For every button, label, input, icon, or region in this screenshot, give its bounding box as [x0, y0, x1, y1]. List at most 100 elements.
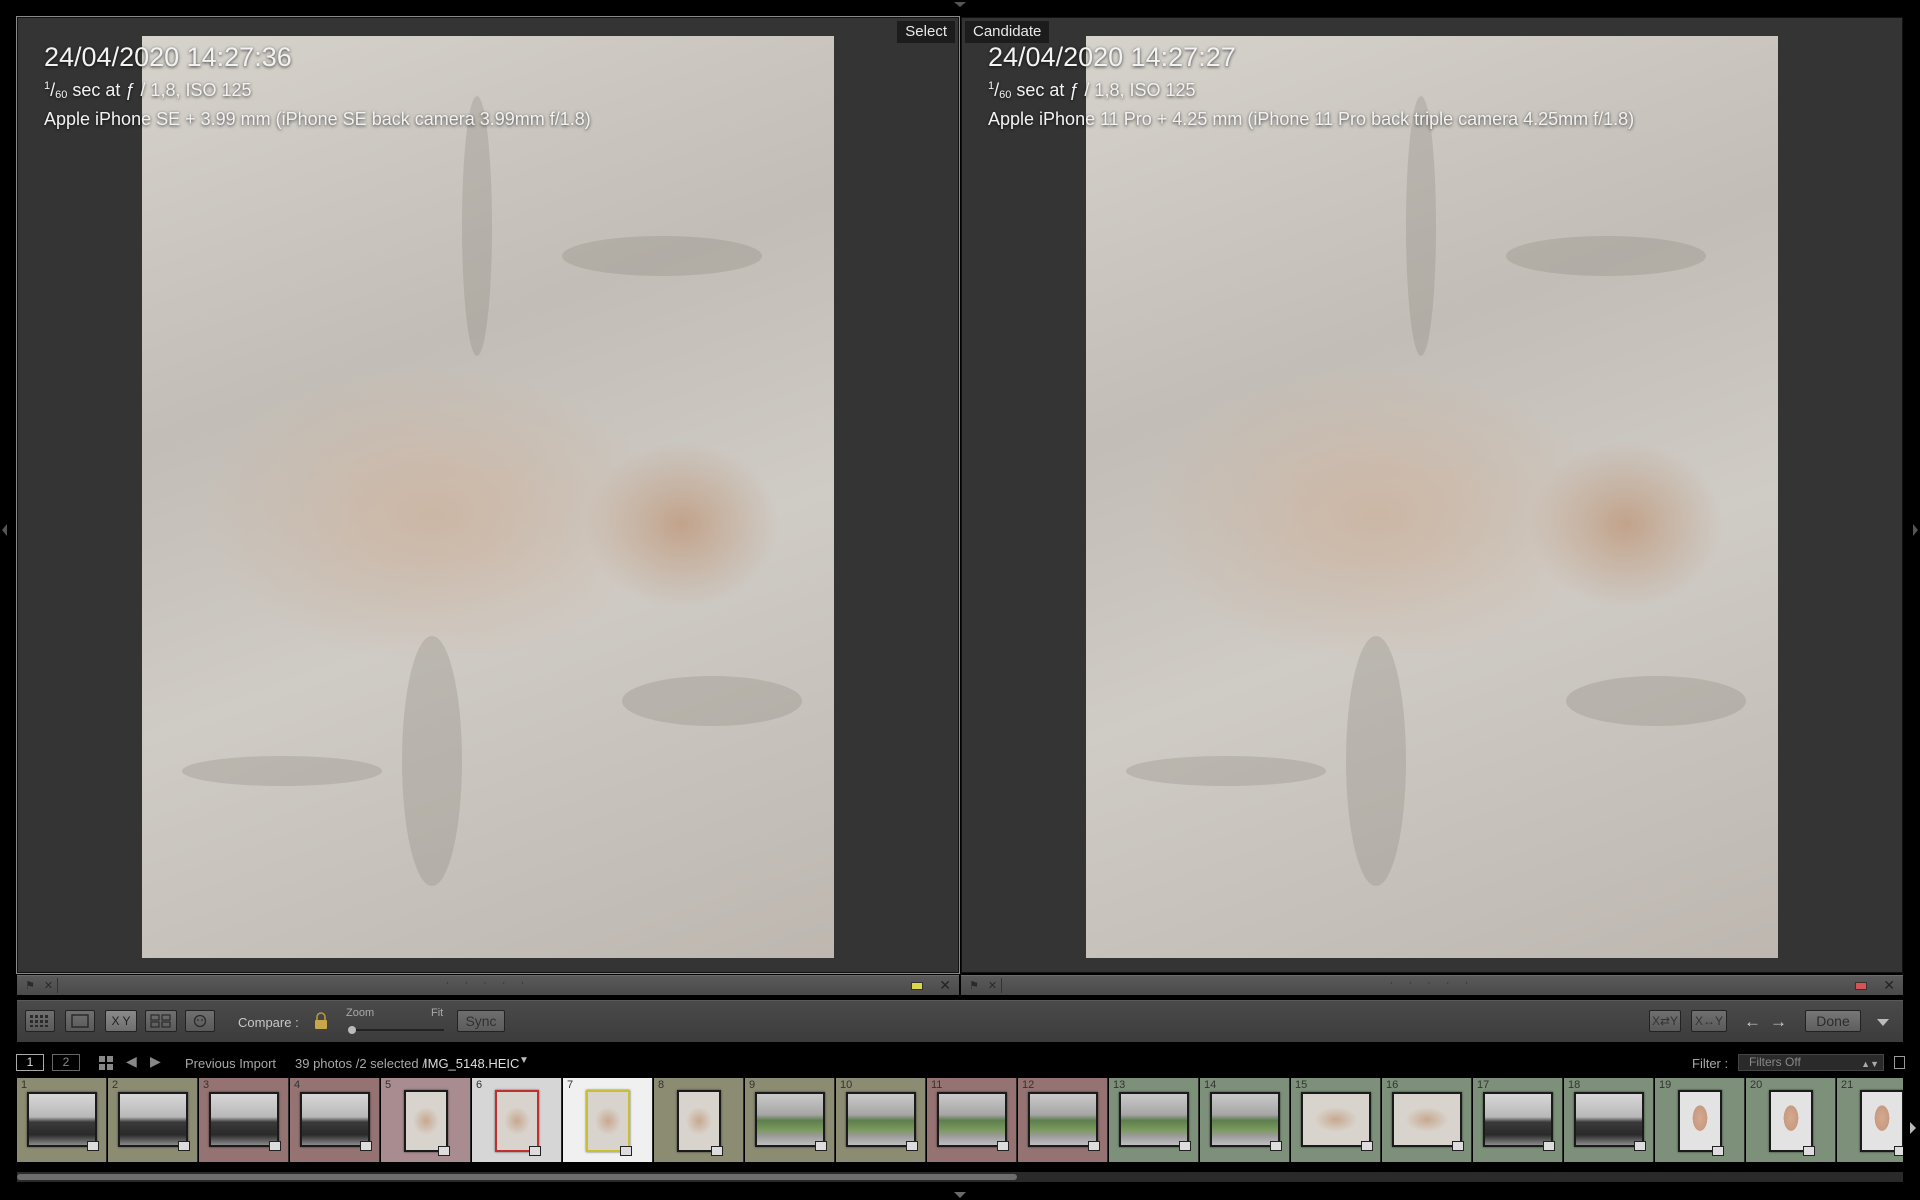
cell-number: 13 [1113, 1079, 1126, 1091]
edit-badge-icon [1543, 1141, 1555, 1151]
edit-badge-icon [1712, 1146, 1724, 1156]
filename[interactable]: IMG_5148.HEIC [424, 1056, 519, 1071]
thumbnail[interactable] [937, 1092, 1009, 1151]
make-select-button[interactable]: X↔Y [1691, 1010, 1727, 1032]
back-arrow-icon[interactable]: ◀ [126, 1053, 137, 1070]
filmstrip-cell[interactable]: 16 [1382, 1078, 1472, 1162]
cell-number: 19 [1659, 1079, 1672, 1091]
filmstrip-cell[interactable]: 18 [1564, 1078, 1654, 1162]
star-rating[interactable]: · · · · · [1390, 977, 1475, 989]
flag-icon[interactable]: ⚑ ✕ [969, 979, 1000, 992]
star-rating[interactable]: · · · · · [446, 977, 531, 989]
edit-badge-icon [1088, 1141, 1100, 1151]
filmstrip-scroll-thumb[interactable] [17, 1174, 1017, 1180]
filmstrip-cell[interactable]: 3 [199, 1078, 289, 1162]
capture-date: 24/04/2020 14:27:27 [988, 42, 1236, 72]
filmstrip-cell[interactable]: 5 [381, 1078, 471, 1162]
filmstrip-cell[interactable]: 1 [17, 1078, 107, 1162]
thumbnail[interactable] [1392, 1092, 1464, 1151]
flag-icon[interactable]: ⚑ ✕ [25, 979, 56, 992]
capture-date: 24/04/2020 14:27:36 [44, 42, 292, 72]
thumbnail[interactable] [300, 1092, 372, 1151]
cell-number: 15 [1295, 1079, 1308, 1091]
bottom-panel-toggle-icon[interactable] [954, 1192, 966, 1198]
filmstrip-cell[interactable]: 14 [1200, 1078, 1290, 1162]
lock-icon[interactable] [314, 1012, 328, 1030]
survey-view-button[interactable] [145, 1010, 177, 1032]
close-icon[interactable]: ✕ [1883, 977, 1895, 994]
thumbnail[interactable] [118, 1092, 190, 1151]
swap-xy-button[interactable]: X⇄Y [1649, 1010, 1681, 1032]
top-panel-toggle-icon[interactable] [954, 2, 966, 7]
filmstrip-cell[interactable]: 8 [654, 1078, 744, 1162]
filmstrip-cell[interactable]: 4 [290, 1078, 380, 1162]
filmstrip-cell[interactable]: 17 [1473, 1078, 1563, 1162]
thumbnail[interactable] [677, 1090, 723, 1156]
secondary-window-button[interactable]: 2 [52, 1054, 80, 1071]
left-panel-toggle-icon[interactable] [2, 524, 7, 536]
filmstrip-cell[interactable]: 12 [1018, 1078, 1108, 1162]
thumbnail[interactable] [209, 1092, 281, 1151]
candidate-pane[interactable]: 24/04/2020 14:27:27 1/60 sec at ƒ / 1,8,… [961, 17, 1903, 973]
previous-arrow-icon[interactable]: ← [1744, 1012, 1761, 1032]
camera-info: Apple iPhone 11 Pro + 4.25 mm (iPhone 11… [988, 109, 1635, 129]
filmstrip-cell[interactable]: 10 [836, 1078, 926, 1162]
cell-number: 2 [112, 1079, 119, 1091]
thumbnail[interactable] [1769, 1090, 1815, 1156]
next-arrow-icon[interactable]: → [1770, 1012, 1787, 1032]
filmstrip-cell[interactable]: 13 [1109, 1078, 1199, 1162]
done-button[interactable]: Done [1805, 1010, 1861, 1032]
source-label[interactable]: Previous Import [185, 1056, 276, 1071]
filmstrip-cell[interactable]: 15 [1291, 1078, 1381, 1162]
filter-select[interactable]: Filters Off ▲▼ [1738, 1054, 1884, 1071]
color-label-swatch[interactable] [911, 982, 923, 990]
filmstrip-cell[interactable]: 19 [1655, 1078, 1745, 1162]
survey-icon [150, 1014, 171, 1028]
filmstrip-cell[interactable]: 11 [927, 1078, 1017, 1162]
grid-view-button[interactable] [25, 1010, 55, 1032]
thumbnail[interactable] [1483, 1092, 1555, 1151]
filmstrip-scrollbar[interactable] [17, 1172, 1903, 1182]
thumbnail[interactable] [1678, 1090, 1724, 1156]
loupe-view-button[interactable] [65, 1010, 95, 1032]
filmstrip-scroll-right-icon[interactable] [1910, 1122, 1916, 1134]
edit-badge-icon [1452, 1141, 1464, 1151]
color-label-swatch[interactable] [1855, 982, 1867, 990]
sync-button[interactable]: Sync [457, 1010, 505, 1032]
filmstrip-cell[interactable]: 9 [745, 1078, 835, 1162]
main-window-button[interactable]: 1 [16, 1054, 44, 1071]
toolbar-menu-icon[interactable] [1877, 1019, 1889, 1026]
select-pane[interactable]: 24/04/2020 14:27:36 1/60 sec at ƒ / 1,8,… [16, 16, 960, 974]
filmstrip-cell[interactable]: 7 [563, 1078, 653, 1162]
filmstrip[interactable]: 1 2 3 4 5 6 7 8 9 10 11 12 13 14 15 16 17 18 19 20 21 [17, 1078, 1903, 1180]
thumbnail[interactable] [1028, 1092, 1100, 1151]
forward-arrow-icon[interactable]: ▶ [150, 1053, 161, 1070]
thumbnail[interactable] [1574, 1092, 1646, 1151]
zoom-slider-thumb[interactable] [348, 1026, 356, 1034]
right-panel-toggle-icon[interactable] [1913, 524, 1918, 536]
candidate-exif-overlay: 24/04/2020 14:27:27 1/60 sec at ƒ / 1,8,… [988, 40, 1634, 131]
candidate-photo[interactable] [1086, 36, 1778, 958]
filmstrip-cell[interactable]: 2 [108, 1078, 198, 1162]
thumbnail[interactable] [586, 1090, 632, 1156]
filmstrip-cell[interactable]: 21 [1837, 1078, 1903, 1162]
thumbnail[interactable] [846, 1092, 918, 1151]
thumbnail[interactable] [495, 1090, 541, 1156]
filmstrip-cell[interactable]: 6 [472, 1078, 562, 1162]
close-icon[interactable]: ✕ [939, 977, 951, 994]
thumbnail[interactable] [1301, 1092, 1373, 1151]
filter-lock-icon[interactable] [1894, 1056, 1905, 1069]
thumbnail[interactable] [27, 1092, 99, 1151]
people-view-button[interactable] [185, 1010, 215, 1032]
grid-icon[interactable] [99, 1056, 113, 1070]
filmstrip-cell[interactable]: 20 [1746, 1078, 1836, 1162]
thumbnail[interactable] [1210, 1092, 1282, 1151]
compare-view-button[interactable]: X Y [105, 1010, 137, 1032]
chevron-down-icon[interactable]: ▼ [519, 1055, 529, 1066]
thumbnail[interactable] [755, 1092, 827, 1151]
thumbnail[interactable] [404, 1090, 450, 1156]
thumbnail[interactable] [1860, 1090, 1903, 1156]
select-photo[interactable] [142, 36, 834, 958]
thumbnail[interactable] [1119, 1092, 1191, 1151]
zoom-slider-track[interactable] [350, 1029, 444, 1031]
